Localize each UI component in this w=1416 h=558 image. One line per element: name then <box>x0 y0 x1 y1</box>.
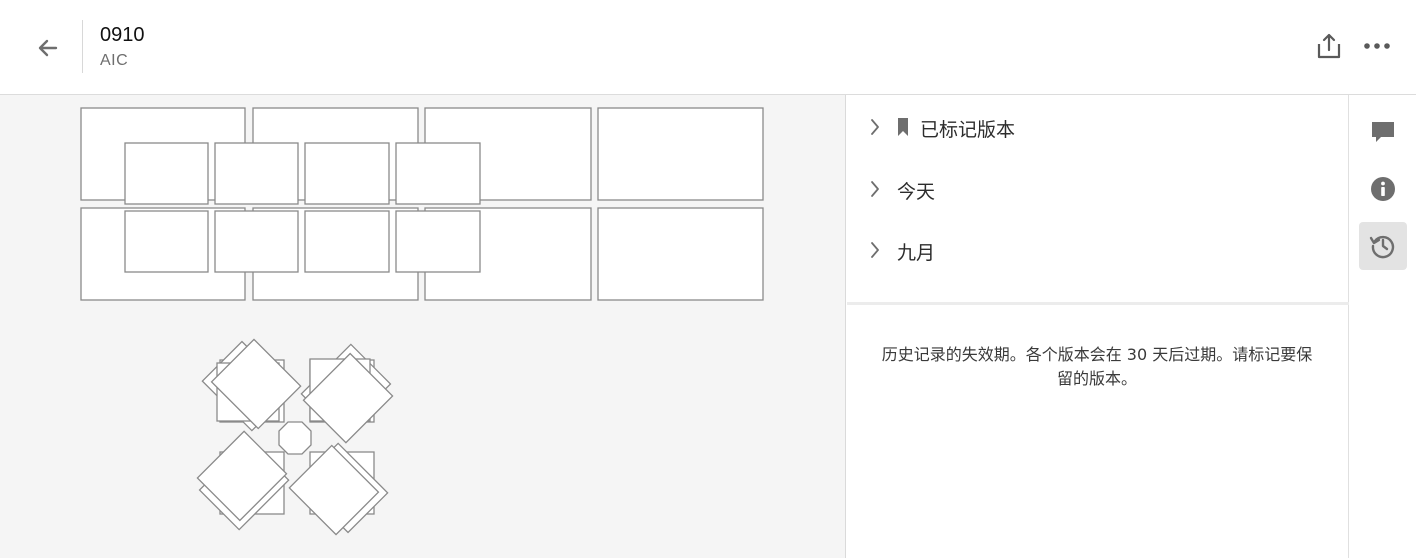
pinwheel-shape <box>196 338 394 536</box>
back-button[interactable] <box>30 30 66 66</box>
share-icon <box>1317 33 1341 59</box>
arrow-left-icon <box>38 39 58 57</box>
share-button[interactable] <box>1312 29 1346 63</box>
version-history-icon <box>1369 235 1395 259</box>
version-group-marked[interactable]: 已标记版本 <box>847 103 1347 151</box>
chevron-right-icon <box>871 181 879 197</box>
bookmark-icon <box>898 118 908 136</box>
comments-button[interactable] <box>1359 108 1407 156</box>
version-history-panel: 已标记版本 今天 九月 历史记录的失效期。各个版本会在 30 天后过期。请标记要… <box>847 95 1349 558</box>
comment-icon <box>1372 122 1394 142</box>
info-button[interactable] <box>1359 165 1407 213</box>
version-group-september[interactable]: 九月 <box>847 226 1347 274</box>
version-group-label: 今天 <box>897 181 936 203</box>
version-group-label: 已标记版本 <box>920 119 1016 141</box>
canvas-artwork <box>80 107 764 536</box>
side-rail <box>1350 95 1416 558</box>
panel-divider <box>847 302 1349 305</box>
version-expiry-note: 历史记录的失效期。各个版本会在 30 天后过期。请标记要保留的版本。 <box>881 345 1313 388</box>
header-bar: 0910 AIC <box>0 0 1416 95</box>
chevron-right-icon <box>871 119 879 135</box>
document-title: 0910 <box>100 24 145 46</box>
more-options-button[interactable] <box>1360 29 1394 63</box>
header-divider <box>82 20 83 73</box>
version-group-label: 九月 <box>897 242 936 264</box>
info-icon <box>1371 177 1395 201</box>
more-horizontal-icon <box>1364 43 1390 49</box>
version-group-today[interactable]: 今天 <box>847 165 1347 213</box>
version-history-button[interactable] <box>1359 222 1407 270</box>
document-subtitle: AIC <box>100 52 129 69</box>
design-canvas[interactable] <box>0 95 846 558</box>
chevron-right-icon <box>871 242 879 258</box>
